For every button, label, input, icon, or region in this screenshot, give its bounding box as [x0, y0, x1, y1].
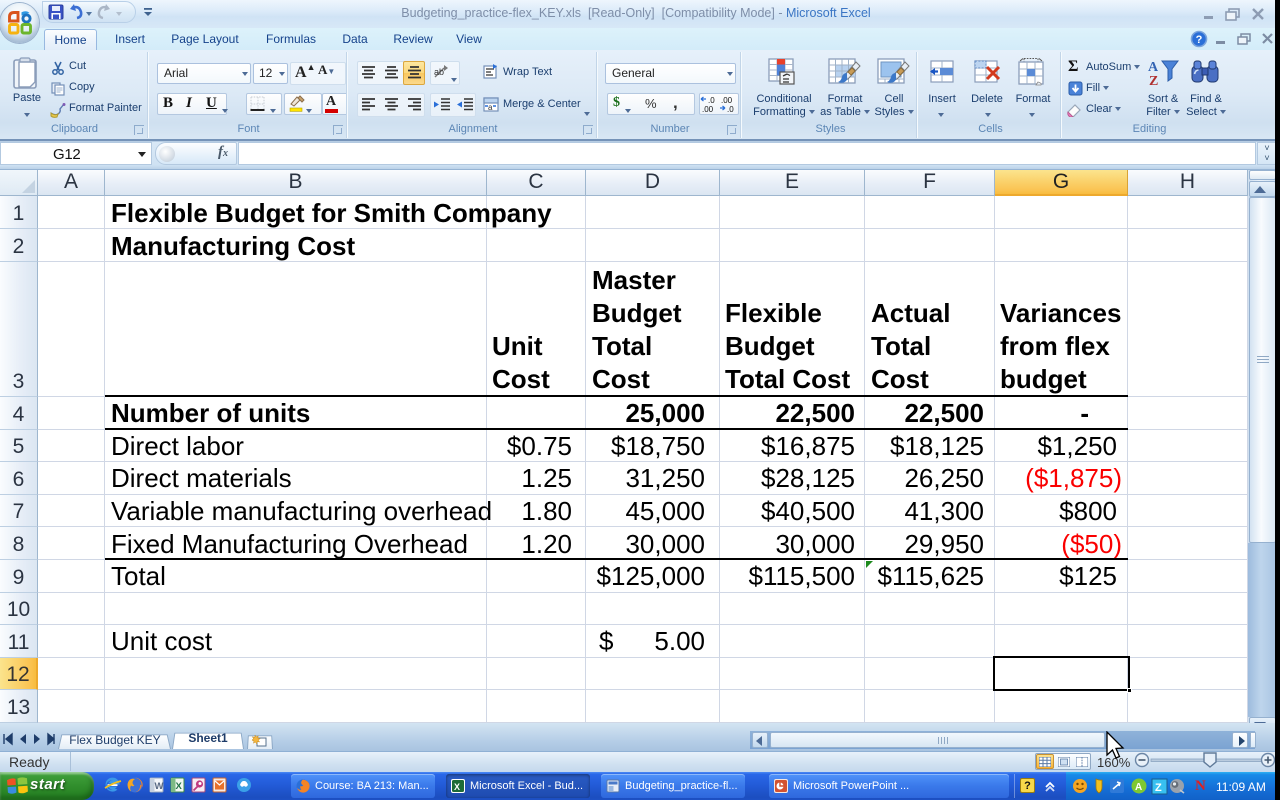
svg-text:W: W — [155, 781, 164, 792]
svg-text:.00: .00 — [721, 96, 733, 105]
svg-text:.00: .00 — [702, 105, 714, 113]
svg-text:A: A — [1135, 782, 1142, 793]
svg-text:.0: .0 — [708, 96, 715, 105]
svg-text:Z: Z — [1149, 74, 1158, 89]
svg-text:X: X — [176, 781, 183, 792]
svg-text:X: X — [454, 782, 460, 792]
svg-text:ab: ab — [434, 67, 444, 77]
svg-text:a: a — [488, 103, 493, 112]
svg-text:A: A — [1148, 60, 1159, 75]
svg-text:.0: .0 — [727, 105, 734, 113]
svg-text:Z: Z — [1155, 782, 1162, 794]
svg-text:?: ? — [1196, 34, 1203, 46]
